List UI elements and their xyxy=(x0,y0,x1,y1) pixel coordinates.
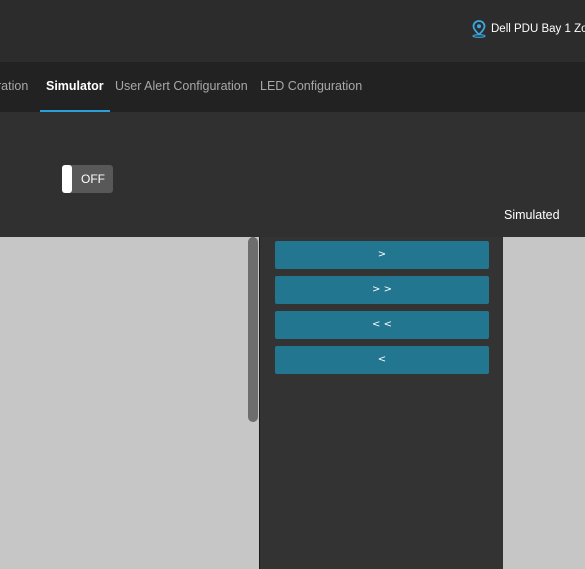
header-bar: Dell PDU Bay 1 Zone xyxy=(0,0,585,62)
move-all-right-button[interactable]: > > xyxy=(275,276,489,304)
simulator-controls: OFF Simulated xyxy=(0,112,585,237)
tab-configuration[interactable]: ration xyxy=(0,62,28,112)
location-text: Dell PDU Bay 1 Zone xyxy=(491,23,585,35)
available-list-scrollbar[interactable] xyxy=(248,237,258,422)
move-all-left-button[interactable]: < < xyxy=(275,311,489,339)
location-indicator[interactable]: Dell PDU Bay 1 Zone xyxy=(471,19,585,39)
simulator-toggle[interactable]: OFF xyxy=(62,165,113,193)
toggle-label: OFF xyxy=(81,172,105,186)
available-items-list[interactable] xyxy=(0,237,259,569)
tab-user-alert-configuration[interactable]: User Alert Configuration xyxy=(115,62,248,112)
toggle-knob xyxy=(62,165,72,193)
move-selected-left-button[interactable]: < xyxy=(275,346,489,374)
simulator-page: Dell PDU Bay 1 Zone ration Simulator Use… xyxy=(0,0,585,569)
map-pin-icon xyxy=(471,20,487,38)
tab-simulator[interactable]: Simulator xyxy=(40,62,110,112)
move-selected-right-button[interactable]: > xyxy=(275,241,489,269)
tab-bar: ration Simulator User Alert Configuratio… xyxy=(0,62,585,112)
simulated-items-list[interactable] xyxy=(503,237,585,569)
tab-led-configuration[interactable]: LED Configuration xyxy=(260,62,362,112)
simulated-list-heading: Simulated xyxy=(504,208,560,222)
